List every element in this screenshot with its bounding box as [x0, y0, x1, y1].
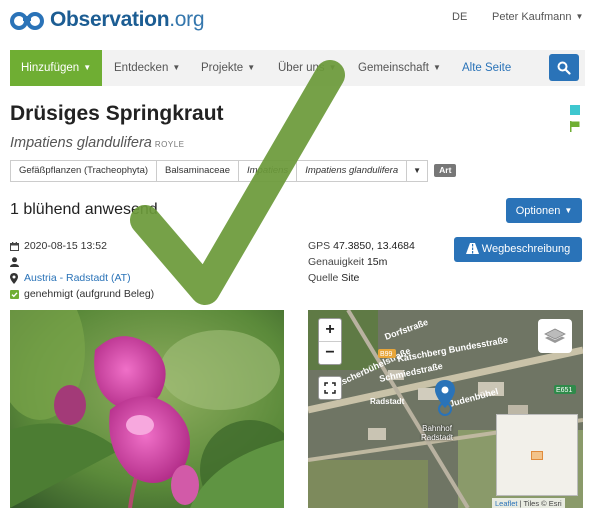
nav-label: Projekte — [201, 62, 244, 74]
species-common-name: Drüsiges Springkraut — [10, 102, 224, 125]
taxonomy-dropdown[interactable]: ▼ — [406, 160, 429, 182]
leaflet-link[interactable]: Leaflet — [495, 499, 518, 508]
accuracy-value: 15m — [366, 256, 388, 268]
directions-button[interactable]: Wegbeschreibung — [454, 237, 582, 262]
site-logo[interactable]: Observation.org — [10, 8, 205, 32]
nav-item-about[interactable]: Über uns ▼ — [278, 50, 337, 86]
location-row: Austria - Radstadt (AT) — [10, 270, 154, 286]
nav-label: Über uns — [278, 62, 325, 74]
flag-icon — [570, 121, 580, 132]
gps-label: GPS — [308, 240, 331, 252]
observation-photo[interactable] — [10, 310, 284, 508]
fullscreen-button[interactable] — [318, 376, 342, 400]
nav-item-explore[interactable]: Entdecken ▼ — [114, 50, 180, 86]
source-value: Site — [341, 272, 360, 284]
user-name: Peter Kaufmann — [492, 11, 572, 23]
gps-row: GPS 47.3850, 13.4684 — [308, 238, 415, 254]
species-author: ROYLE — [154, 140, 185, 149]
taxon-genus[interactable]: Impatiens — [238, 160, 297, 182]
validation-status: genehmigt (aufgrund Beleg) — [24, 288, 155, 300]
scientific-name: Impatiens glandulifera — [10, 135, 152, 151]
nav-item-old-site[interactable]: Alte Seite — [462, 50, 511, 86]
square-icon — [570, 105, 580, 115]
options-label: Optionen — [515, 205, 561, 217]
options-button[interactable]: Optionen ▼ — [506, 198, 582, 223]
status-row: genehmigt (aufgrund Beleg) — [10, 286, 154, 302]
location-link[interactable]: Austria - Radstadt (AT) — [24, 272, 131, 284]
accuracy-row: Genauigkeit 15m — [308, 254, 415, 270]
status-flags — [570, 105, 580, 137]
chevron-down-icon: ▼ — [432, 63, 441, 72]
map-marker-icon — [10, 272, 24, 284]
chevron-down-icon: ▼ — [564, 206, 573, 215]
nav-label: Hinzufügen — [21, 62, 80, 74]
search-button[interactable] — [549, 54, 579, 81]
language-switch[interactable]: DE — [452, 11, 467, 23]
gps-info: GPS 47.3850, 13.4684 Genauigkeit 15m Que… — [308, 238, 415, 286]
taxon-family[interactable]: Balsaminaceae — [156, 160, 238, 182]
attribution-text: | Tiles © Esri — [517, 499, 562, 508]
minimap[interactable] — [496, 414, 578, 496]
observation-count: 1 blühend anwesend — [10, 201, 158, 218]
zoom-out-button[interactable]: − — [319, 342, 341, 364]
observer-row — [10, 254, 154, 270]
nav-label: Entdecken — [114, 62, 169, 74]
user-icon — [10, 257, 24, 267]
main-nav: Hinzufügen ▼ Entdecken ▼ Projekte ▼ Über un… — [10, 50, 585, 86]
logo-name: Observation — [50, 8, 170, 31]
poi-line: Bahnhof — [422, 424, 452, 433]
nav-label: Alte Seite — [462, 62, 512, 74]
road-icon — [465, 243, 479, 254]
chevron-down-icon: ▼ — [328, 63, 337, 72]
chevron-down-icon: ▼ — [575, 12, 584, 21]
user-menu[interactable]: Peter Kaufmann ▼ — [492, 11, 583, 23]
chevron-down-icon: ▼ — [247, 63, 256, 72]
nav-item-community[interactable]: Gemeinschaft ▼ — [358, 50, 441, 86]
taxon-class[interactable]: Gefäßpflanzen (Tracheophyta) — [10, 160, 157, 182]
logo-suffix: .org — [169, 8, 205, 31]
expand-icon — [324, 382, 336, 394]
chevron-down-icon: ▼ — [172, 63, 181, 72]
road-badge: B99 — [380, 351, 393, 358]
gps-value: 47.3850, 13.4684 — [333, 240, 415, 252]
search-icon — [557, 61, 571, 75]
taxonomy-breadcrumb: Gefäßpflanzen (Tracheophyta) Balsaminace… — [10, 160, 457, 182]
taxon-species[interactable]: Impatiens glandulifera — [296, 160, 407, 182]
nav-label: Gemeinschaft — [358, 62, 429, 74]
poi-line: Radstadt — [421, 433, 454, 442]
location-map[interactable]: Dorfstraße Katschberg Bundesstraße Fisch… — [308, 310, 583, 508]
chevron-down-icon: ▼ — [83, 63, 92, 72]
check-square-icon — [10, 289, 24, 299]
directions-label: Wegbeschreibung — [481, 243, 571, 255]
zoom-in-button[interactable]: + — [319, 319, 341, 342]
species-scientific-name: Impatiens glandulifera ROYLE — [10, 135, 185, 151]
poi-label: Bahnhof Radstadt — [421, 424, 453, 442]
calendar-icon — [10, 241, 24, 251]
layers-icon — [544, 328, 566, 343]
zoom-control: + − — [318, 318, 342, 365]
nav-item-add[interactable]: Hinzufügen ▼ — [10, 50, 103, 86]
rank-badge: Art — [434, 164, 457, 177]
accuracy-label: Genauigkeit — [308, 256, 365, 268]
road-badge: E651 — [556, 387, 572, 394]
binoculars-icon — [10, 12, 44, 30]
top-bar: Observation.org DE Peter Kaufmann ▼ — [0, 0, 590, 46]
chevron-down-icon: ▼ — [413, 166, 422, 175]
date-row: 2020-08-15 13:52 — [10, 238, 154, 254]
map-label: Radstadt — [370, 397, 405, 406]
layers-button[interactable] — [538, 319, 572, 353]
observation-datetime: 2020-08-15 13:52 — [24, 240, 107, 252]
logo-text: Observation.org — [50, 8, 205, 32]
map-attribution: Leaflet | Tiles © Esri — [492, 498, 565, 508]
flower-image — [10, 310, 284, 508]
observation-info: 2020-08-15 13:52 Austria - Radstadt (AT)… — [10, 238, 154, 302]
source-row: Quelle Site — [308, 270, 415, 286]
source-label: Quelle — [308, 272, 339, 284]
nav-item-projects[interactable]: Projekte ▼ — [201, 50, 255, 86]
minimap-viewport — [531, 451, 543, 460]
